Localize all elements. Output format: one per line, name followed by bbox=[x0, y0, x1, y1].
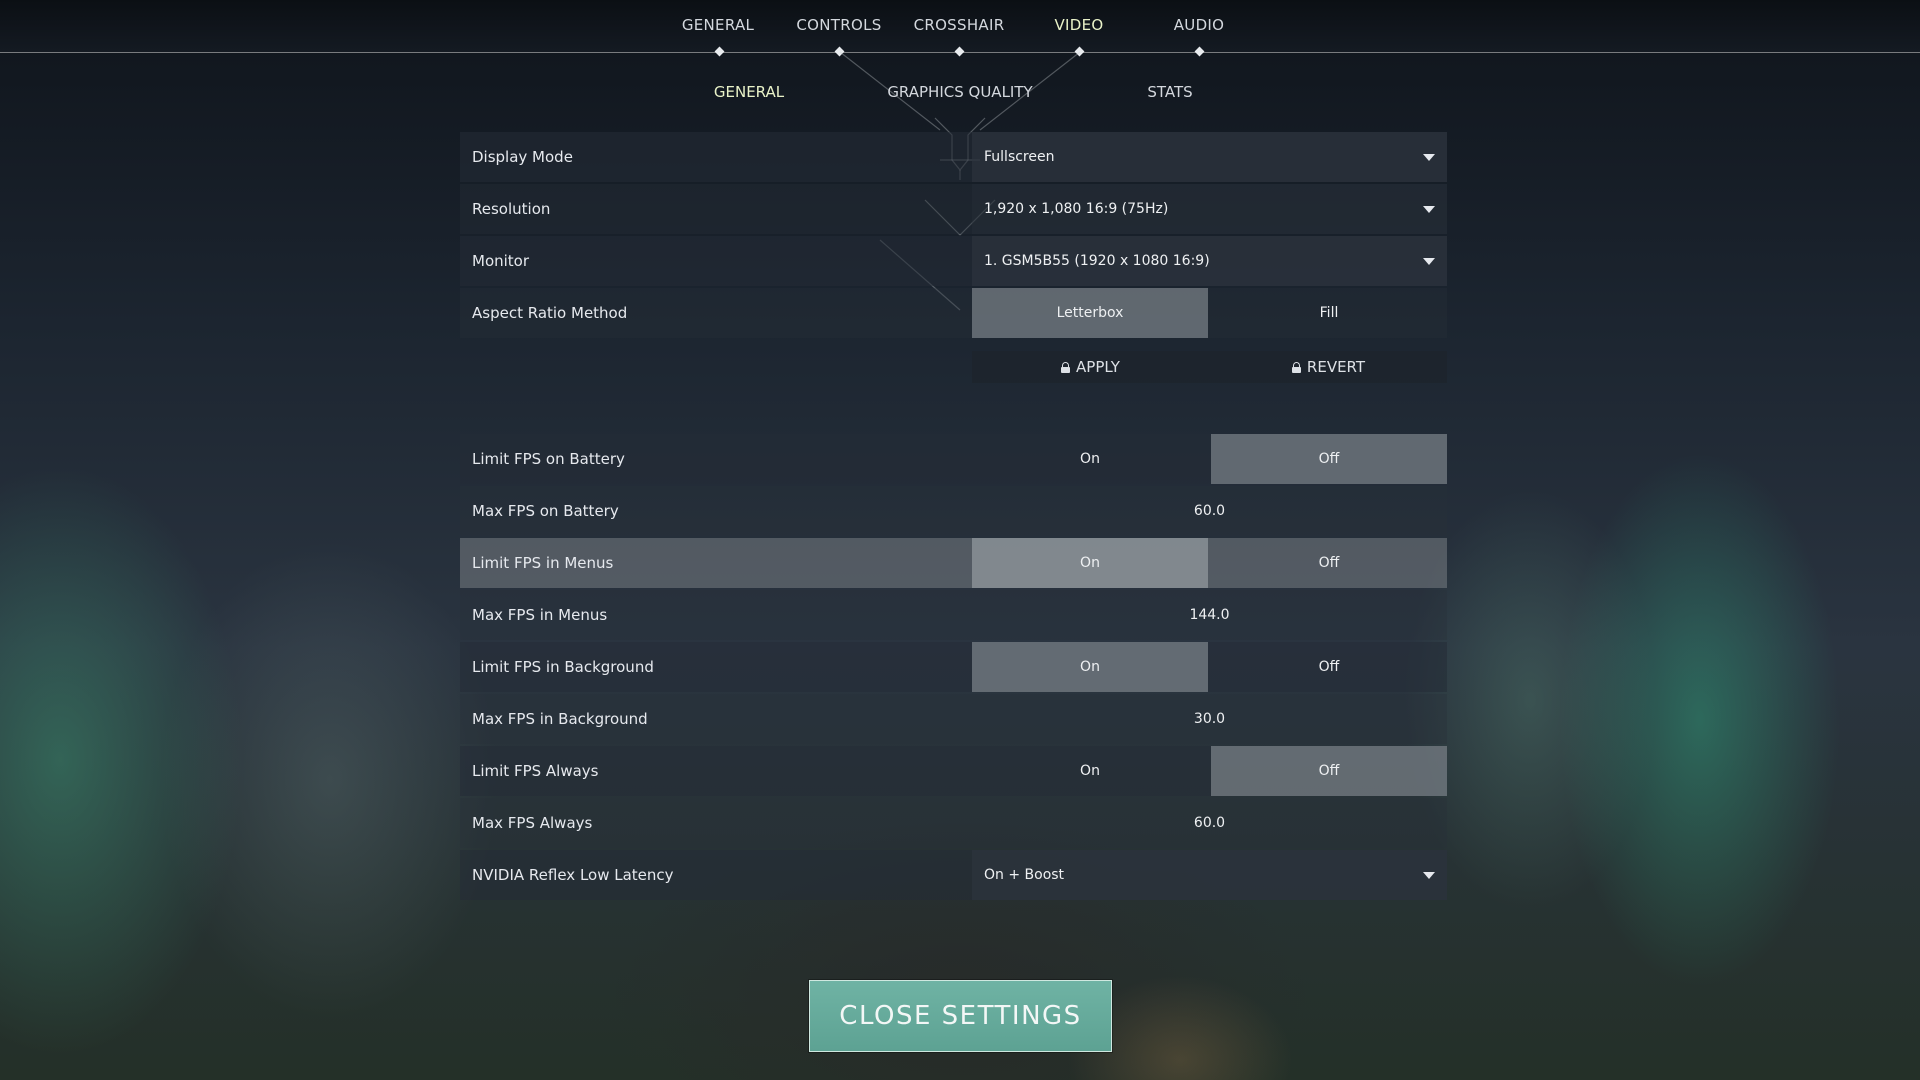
resolution-value: 1,920 x 1,080 16:9 (75Hz) bbox=[984, 201, 1169, 217]
tab-video[interactable]: VIDEO bbox=[1019, 16, 1139, 34]
aspect-ratio-row: Aspect Ratio Method Letterbox Fill bbox=[460, 288, 1447, 338]
top-nav-bar: GENERAL CONTROLS CROSSHAIR VIDEO AUDIO bbox=[0, 0, 1920, 57]
max-fps-always-row: Max FPS Always 60.0 bbox=[460, 798, 1447, 848]
limit-fps-menus-on[interactable]: On bbox=[972, 538, 1208, 588]
max-fps-menus-value[interactable]: 144.0 bbox=[972, 590, 1447, 640]
max-fps-background-label: Max FPS in Background bbox=[472, 710, 648, 728]
limit-fps-always-row: Limit FPS Always On Off bbox=[460, 746, 1447, 796]
display-mode-dropdown[interactable]: Fullscreen bbox=[972, 132, 1447, 182]
tab-marker-icon bbox=[1194, 46, 1205, 57]
lock-icon bbox=[1291, 362, 1301, 373]
max-fps-menus-row: Max FPS in Menus 144.0 bbox=[460, 590, 1447, 640]
limit-fps-background-label: Limit FPS in Background bbox=[472, 658, 654, 676]
chevron-down-icon bbox=[1423, 206, 1435, 213]
nvidia-reflex-label: NVIDIA Reflex Low Latency bbox=[472, 866, 674, 884]
revert-label: REVERT bbox=[1306, 358, 1366, 376]
nvidia-reflex-value: On + Boost bbox=[984, 867, 1065, 883]
chevron-down-icon bbox=[1423, 258, 1435, 265]
close-settings-button[interactable]: CLOSE SETTINGS bbox=[809, 980, 1112, 1052]
aspect-ratio-label: Aspect Ratio Method bbox=[472, 304, 628, 322]
resolution-dropdown[interactable]: 1,920 x 1,080 16:9 (75Hz) bbox=[972, 184, 1447, 234]
max-fps-background-row: Max FPS in Background 30.0 bbox=[460, 694, 1447, 744]
limit-fps-always-label: Limit FPS Always bbox=[472, 762, 599, 780]
display-mode-label: Display Mode bbox=[472, 148, 573, 166]
limit-fps-always-off[interactable]: Off bbox=[1211, 746, 1447, 796]
apply-revert-bar: APPLY REVERT bbox=[972, 351, 1447, 383]
nvidia-reflex-dropdown[interactable]: On + Boost bbox=[972, 850, 1447, 900]
limit-fps-background-row: Limit FPS in Background On Off bbox=[460, 642, 1447, 692]
monitor-label: Monitor bbox=[472, 252, 530, 270]
resolution-row: Resolution 1,920 x 1,080 16:9 (75Hz) bbox=[460, 184, 1447, 234]
limit-fps-battery-row: Limit FPS on Battery On Off bbox=[460, 434, 1447, 484]
letterbox-option[interactable]: Letterbox bbox=[972, 288, 1208, 338]
tab-crosshair[interactable]: CROSSHAIR bbox=[899, 16, 1019, 34]
apply-label: APPLY bbox=[1076, 358, 1120, 376]
chevron-down-icon bbox=[1423, 872, 1435, 879]
tab-marker-icon bbox=[1074, 46, 1085, 57]
chevron-down-icon bbox=[1423, 154, 1435, 161]
tab-marker-icon bbox=[714, 46, 725, 57]
max-fps-always-label: Max FPS Always bbox=[472, 814, 593, 832]
limit-fps-menus-off[interactable]: Off bbox=[1211, 538, 1447, 588]
limit-fps-battery-label: Limit FPS on Battery bbox=[472, 450, 625, 468]
monitor-row: Monitor 1. GSM5B55 (1920 x 1080 16:9) bbox=[460, 236, 1447, 286]
monitor-value: 1. GSM5B55 (1920 x 1080 16:9) bbox=[984, 253, 1210, 269]
apply-button[interactable]: APPLY bbox=[972, 351, 1209, 383]
limit-fps-menus-row: Limit FPS in Menus On Off bbox=[460, 538, 1447, 588]
limit-fps-battery-off[interactable]: Off bbox=[1211, 434, 1447, 484]
max-fps-always-value[interactable]: 60.0 bbox=[972, 798, 1447, 848]
fill-option[interactable]: Fill bbox=[1211, 288, 1447, 338]
tab-marker-icon bbox=[834, 46, 845, 57]
resolution-label: Resolution bbox=[472, 200, 551, 218]
max-fps-battery-value[interactable]: 60.0 bbox=[972, 486, 1447, 536]
max-fps-background-value[interactable]: 30.0 bbox=[972, 694, 1447, 744]
revert-button[interactable]: REVERT bbox=[1210, 351, 1447, 383]
max-fps-battery-row: Max FPS on Battery 60.0 bbox=[460, 486, 1447, 536]
tab-general[interactable]: GENERAL bbox=[658, 16, 778, 34]
tab-marker-icon bbox=[954, 46, 965, 57]
limit-fps-background-off[interactable]: Off bbox=[1211, 642, 1447, 692]
display-mode-row: Display Mode Fullscreen bbox=[460, 132, 1447, 182]
subtab-stats[interactable]: STATS bbox=[1070, 83, 1270, 101]
subtab-general[interactable]: GENERAL bbox=[649, 83, 849, 101]
lock-icon bbox=[1061, 362, 1071, 373]
limit-fps-battery-on[interactable]: On bbox=[972, 434, 1208, 484]
max-fps-battery-label: Max FPS on Battery bbox=[472, 502, 619, 520]
limit-fps-menus-label: Limit FPS in Menus bbox=[472, 554, 614, 572]
max-fps-menus-label: Max FPS in Menus bbox=[472, 606, 608, 624]
nvidia-reflex-row: NVIDIA Reflex Low Latency On + Boost bbox=[460, 850, 1447, 900]
tab-controls[interactable]: CONTROLS bbox=[779, 16, 899, 34]
limit-fps-background-on[interactable]: On bbox=[972, 642, 1208, 692]
tab-audio[interactable]: AUDIO bbox=[1139, 16, 1259, 34]
display-mode-value: Fullscreen bbox=[984, 149, 1055, 165]
subtab-graphics-quality[interactable]: GRAPHICS QUALITY bbox=[860, 83, 1060, 101]
monitor-dropdown[interactable]: 1. GSM5B55 (1920 x 1080 16:9) bbox=[972, 236, 1447, 286]
limit-fps-always-on[interactable]: On bbox=[972, 746, 1208, 796]
